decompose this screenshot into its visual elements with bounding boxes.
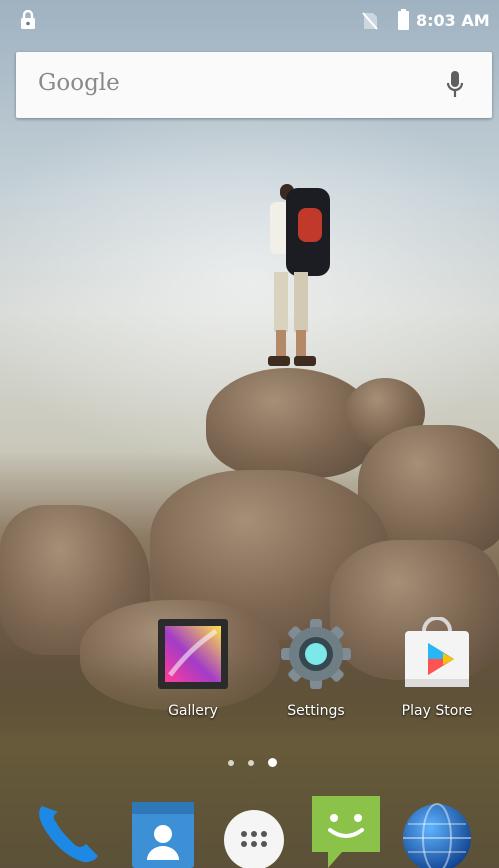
lock-icon (21, 10, 35, 29)
page-dot-active[interactable] (268, 758, 277, 767)
status-bar: 8:03 AM (0, 0, 499, 42)
gallery-label: Gallery (168, 703, 218, 719)
search-placeholder[interactable]: Google (38, 70, 120, 96)
messaging-icon[interactable] (308, 796, 382, 868)
settings-app[interactable]: Settings (266, 617, 366, 719)
wallpaper-hiker (268, 184, 330, 366)
phone-icon[interactable] (32, 796, 106, 868)
play-store-app[interactable]: Play Store (387, 616, 487, 719)
settings-label: Settings (287, 703, 345, 719)
contacts-icon[interactable] (128, 796, 202, 868)
battery-icon (398, 9, 409, 30)
play-store-icon[interactable] (400, 616, 474, 691)
page-dot[interactable] (248, 760, 254, 766)
settings-icon[interactable] (279, 617, 353, 691)
app-drawer-icon[interactable] (218, 796, 292, 868)
google-search-bar[interactable]: Google (16, 52, 492, 118)
play-store-label: Play Store (401, 703, 473, 719)
status-time: 8:03 AM (416, 11, 490, 30)
browser-icon[interactable] (400, 796, 474, 868)
page-indicator (228, 758, 278, 768)
gallery-app[interactable]: Gallery (143, 617, 243, 719)
mic-icon[interactable] (446, 70, 464, 100)
no-sim-icon (362, 12, 378, 30)
home-screen: 8:03 AM Google Gallery Settings Play Sto… (0, 0, 499, 868)
gallery-icon[interactable] (156, 617, 230, 691)
page-dot[interactable] (228, 760, 234, 766)
